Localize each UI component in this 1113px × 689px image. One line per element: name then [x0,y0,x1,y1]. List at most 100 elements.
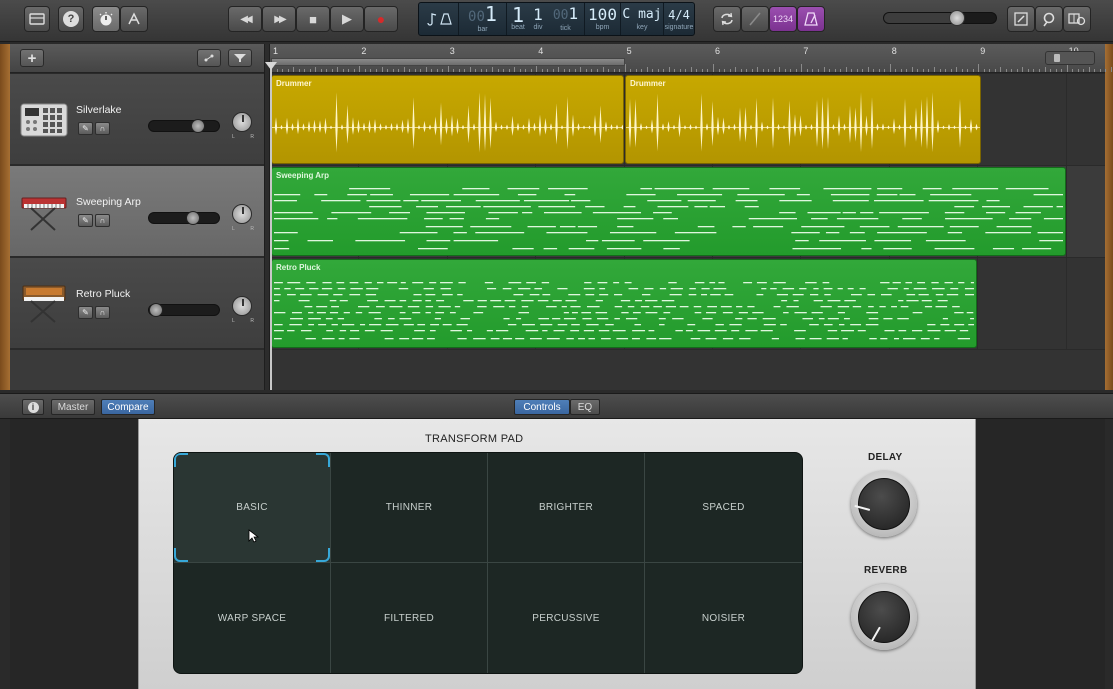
reverb-knob-cap [858,591,910,643]
midi-note [290,318,303,320]
midi-note [327,218,338,220]
cycle-region[interactable] [271,58,625,66]
count-in-button[interactable]: 1234 [769,6,797,32]
midi-note [388,318,395,320]
track-header-retro-pluck[interactable]: Retro Pluck ✎ ∩ LR [10,258,264,349]
midi-note [349,294,361,296]
pad-brighter[interactable]: BRIGHTER [488,453,645,563]
smart-controls-button[interactable] [92,6,120,32]
headphones-button[interactable]: ∩ [95,214,110,227]
midi-note [954,324,965,326]
track-name[interactable]: Sweeping Arp [76,196,141,208]
waveform-transient [832,124,835,131]
midi-note [732,226,746,228]
tab-controls[interactable]: Controls [514,399,570,415]
add-track-button[interactable]: + [20,49,44,67]
library-button[interactable] [24,6,50,32]
playhead[interactable] [270,63,272,390]
track-volume-slider[interactable] [148,119,220,133]
ruler-minor-tick [740,69,742,72]
pad-basic[interactable]: BASIC [174,453,331,563]
pad-warp-space[interactable]: WARP SPACE [174,563,331,673]
lcd-tempo[interactable]: 100 bpm [585,3,621,35]
play-button[interactable]: ▶ [330,6,364,32]
track-lane-retro-pluck[interactable]: Retro Pluck [270,258,1105,350]
zoom-slider-thumb[interactable] [1054,54,1060,62]
info-button[interactable]: i [22,399,44,415]
tab-eq[interactable]: EQ [570,399,600,415]
midi-note [364,330,375,332]
media-browser-button[interactable] [1063,6,1091,32]
lcd-key[interactable]: C maj key [621,3,664,35]
master-volume-knob[interactable] [948,10,965,26]
midi-note [298,300,310,302]
notepad-button[interactable] [1007,6,1035,32]
reverb-knob[interactable] [851,584,917,650]
master-button[interactable]: Master [51,399,95,415]
compare-button[interactable]: Compare [101,399,155,415]
pad-thinner[interactable]: THINNER [331,453,488,563]
ruler-minor-tick [569,69,571,72]
forward-button[interactable]: ▶▶ [262,6,296,32]
editors-button[interactable] [120,6,148,32]
master-volume-slider[interactable] [883,10,997,26]
drummer-region[interactable]: Drummer [271,75,624,164]
lcd-mode[interactable] [419,3,459,35]
track-volume-thumb[interactable] [149,303,163,317]
midi-note [612,330,626,332]
pad-spaced[interactable]: SPACED [645,453,802,563]
midi-note [540,324,553,326]
pad-percussive[interactable]: PERCUSSIVE [488,563,645,673]
pad-filtered[interactable]: FILTERED [331,563,488,673]
track-header-sweeping-arp[interactable]: Sweeping Arp ✎ ∩ LR [10,166,264,257]
playhead-handle[interactable] [265,62,277,70]
tuner-button[interactable] [741,6,769,32]
track-name[interactable]: Silverlake [76,104,122,116]
track-name[interactable]: Retro Pluck [76,288,130,300]
sweeping-arp-region[interactable]: Sweeping Arp [271,167,1066,256]
mute-button[interactable]: ✎ [78,306,93,319]
transform-pad-grid[interactable]: BASIC THINNER BRIGHTER SPACED WARP SPACE… [173,452,803,674]
midi-note [697,330,711,332]
pad-noisier[interactable]: NOISIER [645,563,802,673]
midi-note [425,306,434,308]
empty-lane-area[interactable] [270,350,1105,390]
track-filter-button[interactable] [228,49,252,67]
stop-button[interactable]: ■ [296,6,330,32]
rewind-button[interactable]: ◀◀ [228,6,262,32]
lcd-signature[interactable]: 4/4 signature [664,3,694,35]
track-volume-slider[interactable] [148,211,220,225]
ruler-minor-tick [652,69,654,72]
help-button[interactable]: ? [58,6,84,32]
waveform-transient [920,99,923,148]
mute-button[interactable]: ✎ [78,214,93,227]
lcd-display[interactable]: 001 bar 1 beat 1 div 001 tick 100 bpm C … [418,2,695,36]
track-volume-thumb[interactable] [185,211,200,225]
retro-pluck-region[interactable]: Retro Pluck [271,259,977,348]
cycle-button[interactable] [713,6,741,32]
pan-knob[interactable] [232,112,252,132]
midi-note [837,312,845,314]
track-header-silverlake[interactable]: Silverlake ✎ ∩ LR [10,74,264,165]
zoom-slider[interactable] [1045,51,1095,65]
loops-button[interactable] [1035,6,1063,32]
metronome-button[interactable] [797,6,825,32]
delay-knob[interactable] [851,471,917,537]
pan-knob[interactable] [232,204,252,224]
track-lane-sweeping-arp[interactable]: Sweeping Arp [270,166,1105,258]
headphones-button[interactable]: ∩ [95,122,110,135]
ruler-minor-tick [1005,69,1007,72]
pan-knob[interactable] [232,296,252,316]
ruler-minor-tick [425,67,427,72]
mute-button[interactable]: ✎ [78,122,93,135]
track-volume-thumb[interactable] [190,119,205,133]
record-button[interactable]: ● [364,6,398,32]
ruler-minor-tick [1066,64,1068,72]
headphones-button[interactable]: ∩ [95,306,110,319]
midi-note [291,312,302,314]
drummer-region[interactable]: Drummer [625,75,981,164]
catch-playhead-button[interactable] [197,49,221,67]
track-lane-silverlake[interactable]: Drummer Drummer [270,74,1105,166]
midi-note [922,188,942,190]
track-volume-slider[interactable] [148,303,220,317]
